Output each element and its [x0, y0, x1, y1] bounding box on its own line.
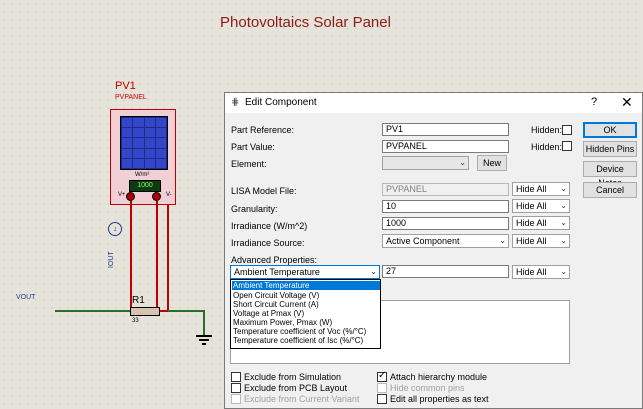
chevron-down-icon: ⌄: [560, 236, 567, 245]
lisa-model-visibility-select[interactable]: Hide All ⌄: [512, 182, 570, 196]
irradiance-input[interactable]: 1000: [382, 217, 509, 230]
dropdown-option[interactable]: Open Circuit Voltage (V): [233, 291, 319, 300]
chevron-down-icon: ⌄: [560, 218, 567, 227]
component-icon: ⋕: [231, 97, 240, 108]
chevron-down-icon: ⌄: [499, 236, 506, 245]
chevron-down-icon: ⌄: [560, 267, 567, 276]
part-reference-hidden-checkbox[interactable]: [562, 125, 572, 135]
part-reference-label: Part Reference:: [231, 125, 295, 135]
exclude-simulation-checkbox[interactable]: [231, 372, 241, 382]
granularity-label: Granularity:: [231, 204, 278, 214]
resistor-reference[interactable]: R1: [132, 295, 145, 306]
wire-vminus[interactable]: [167, 205, 169, 311]
lisa-model-input: PVPANEL: [382, 183, 509, 196]
element-select: ⌄: [382, 156, 469, 170]
edit-all-props-label[interactable]: Edit all properties as text: [390, 394, 489, 404]
exclude-pcb-checkbox[interactable]: [231, 383, 241, 393]
dialog-title: Edit Component: [245, 97, 317, 108]
wire-vminus-upper[interactable]: [156, 201, 158, 311]
chevron-down-icon: ⌄: [560, 201, 567, 210]
part-value-hidden-label: Hidden:: [531, 142, 563, 152]
pv-reference-label[interactable]: PV1: [115, 80, 136, 92]
edit-component-dialog: ⋕ Edit Component ? ✕ Part Reference: PV1…: [224, 92, 643, 409]
part-reference-input[interactable]: PV1: [382, 123, 509, 136]
pv-type-label[interactable]: PVPANEL: [115, 94, 147, 101]
vminus-terminal[interactable]: [152, 192, 161, 201]
dropdown-option[interactable]: Temperature coefficient of Isc (%/°C): [233, 336, 363, 345]
vplus-label: V+: [118, 192, 126, 198]
ok-button[interactable]: OK: [583, 122, 637, 138]
chevron-down-icon: ⌄: [370, 267, 377, 276]
irradiance-unit-label: W/m²: [135, 172, 150, 178]
close-button[interactable]: ✕: [621, 94, 633, 111]
irradiance-source-visibility-select[interactable]: Hide All ⌄: [512, 234, 570, 248]
advanced-property-select[interactable]: Ambient Temperature ⌄: [230, 265, 380, 279]
element-label: Element:: [231, 159, 267, 169]
part-reference-hidden-label: Hidden:: [531, 125, 563, 135]
vout-probe-label: VOUT: [16, 294, 36, 301]
dropdown-option[interactable]: Voltage at Pmax (V): [233, 309, 304, 318]
irradiance-source-select[interactable]: Active Component ⌄: [382, 234, 509, 248]
part-value-label: Part Value:: [231, 142, 275, 152]
irradiance-visibility-select[interactable]: Hide All ⌄: [512, 216, 570, 230]
new-element-button[interactable]: New: [477, 155, 507, 171]
dropdown-option[interactable]: Ambient Temperature: [232, 281, 380, 290]
attach-hierarchy-label[interactable]: Attach hierarchy module: [390, 372, 487, 382]
current-probe-icon[interactable]: ↓: [108, 222, 122, 236]
chevron-down-icon: ⌄: [459, 158, 466, 167]
resistor-r1[interactable]: [130, 307, 160, 316]
hidden-pins-button[interactable]: Hidden Pins: [583, 141, 637, 157]
exclude-variant-label: Exclude from Current Variant: [244, 394, 360, 404]
advanced-property-dropdown[interactable]: Ambient Temperature Open Circuit Voltage…: [230, 279, 381, 349]
lisa-model-label: LISA Model File:: [231, 186, 297, 196]
granularity-input[interactable]: 10: [382, 200, 509, 213]
attach-hierarchy-checkbox[interactable]: [377, 370, 387, 382]
irradiance-source-label: Irradiance Source:: [231, 238, 305, 248]
irradiance-label: Irradiance (W/m^2): [231, 221, 308, 231]
hide-common-pins-checkbox: [377, 383, 387, 393]
hide-common-pins-label: Hide common pins: [390, 383, 465, 393]
vplus-terminal[interactable]: [126, 192, 135, 201]
wire-ground-drop[interactable]: [203, 310, 205, 335]
exclude-variant-checkbox: [231, 394, 241, 404]
advanced-property-value-input[interactable]: 27: [382, 265, 509, 278]
resistor-value[interactable]: 33: [132, 318, 139, 324]
iout-probe-label: IOUT: [108, 251, 115, 268]
advanced-properties-label: Advanced Properties:: [231, 255, 318, 265]
vminus-label: V-: [166, 192, 172, 198]
help-button[interactable]: ?: [591, 96, 597, 108]
irradiance-meter[interactable]: 1000: [129, 180, 161, 192]
exclude-pcb-label[interactable]: Exclude from PCB Layout: [244, 383, 347, 393]
dialog-titlebar[interactable]: ⋕ Edit Component ? ✕: [225, 93, 642, 113]
chevron-down-icon: ⌄: [560, 184, 567, 193]
part-value-hidden-checkbox[interactable]: [562, 141, 572, 151]
cancel-button[interactable]: Cancel: [583, 182, 637, 198]
part-value-input[interactable]: PVPANEL: [382, 140, 509, 153]
ground-symbol: [196, 335, 212, 337]
dropdown-option[interactable]: Short Circuit Current (A): [233, 300, 319, 309]
exclude-simulation-label[interactable]: Exclude from Simulation: [244, 372, 341, 382]
schematic-title: Photovoltaics Solar Panel: [220, 14, 391, 31]
edit-all-props-checkbox[interactable]: [377, 394, 387, 404]
device-notes-button[interactable]: Device Notes: [583, 161, 637, 188]
solar-cells-graphic: [120, 116, 168, 170]
dropdown-option[interactable]: Temperature coefficient of Voc (%/°C): [233, 327, 366, 336]
granularity-visibility-select[interactable]: Hide All ⌄: [512, 199, 570, 213]
wire-ground[interactable]: [168, 310, 204, 312]
dropdown-option[interactable]: Maximum Power, Pmax (W): [233, 318, 332, 327]
wire-vout[interactable]: [55, 310, 130, 312]
advanced-visibility-select[interactable]: Hide All ⌄: [512, 265, 570, 279]
